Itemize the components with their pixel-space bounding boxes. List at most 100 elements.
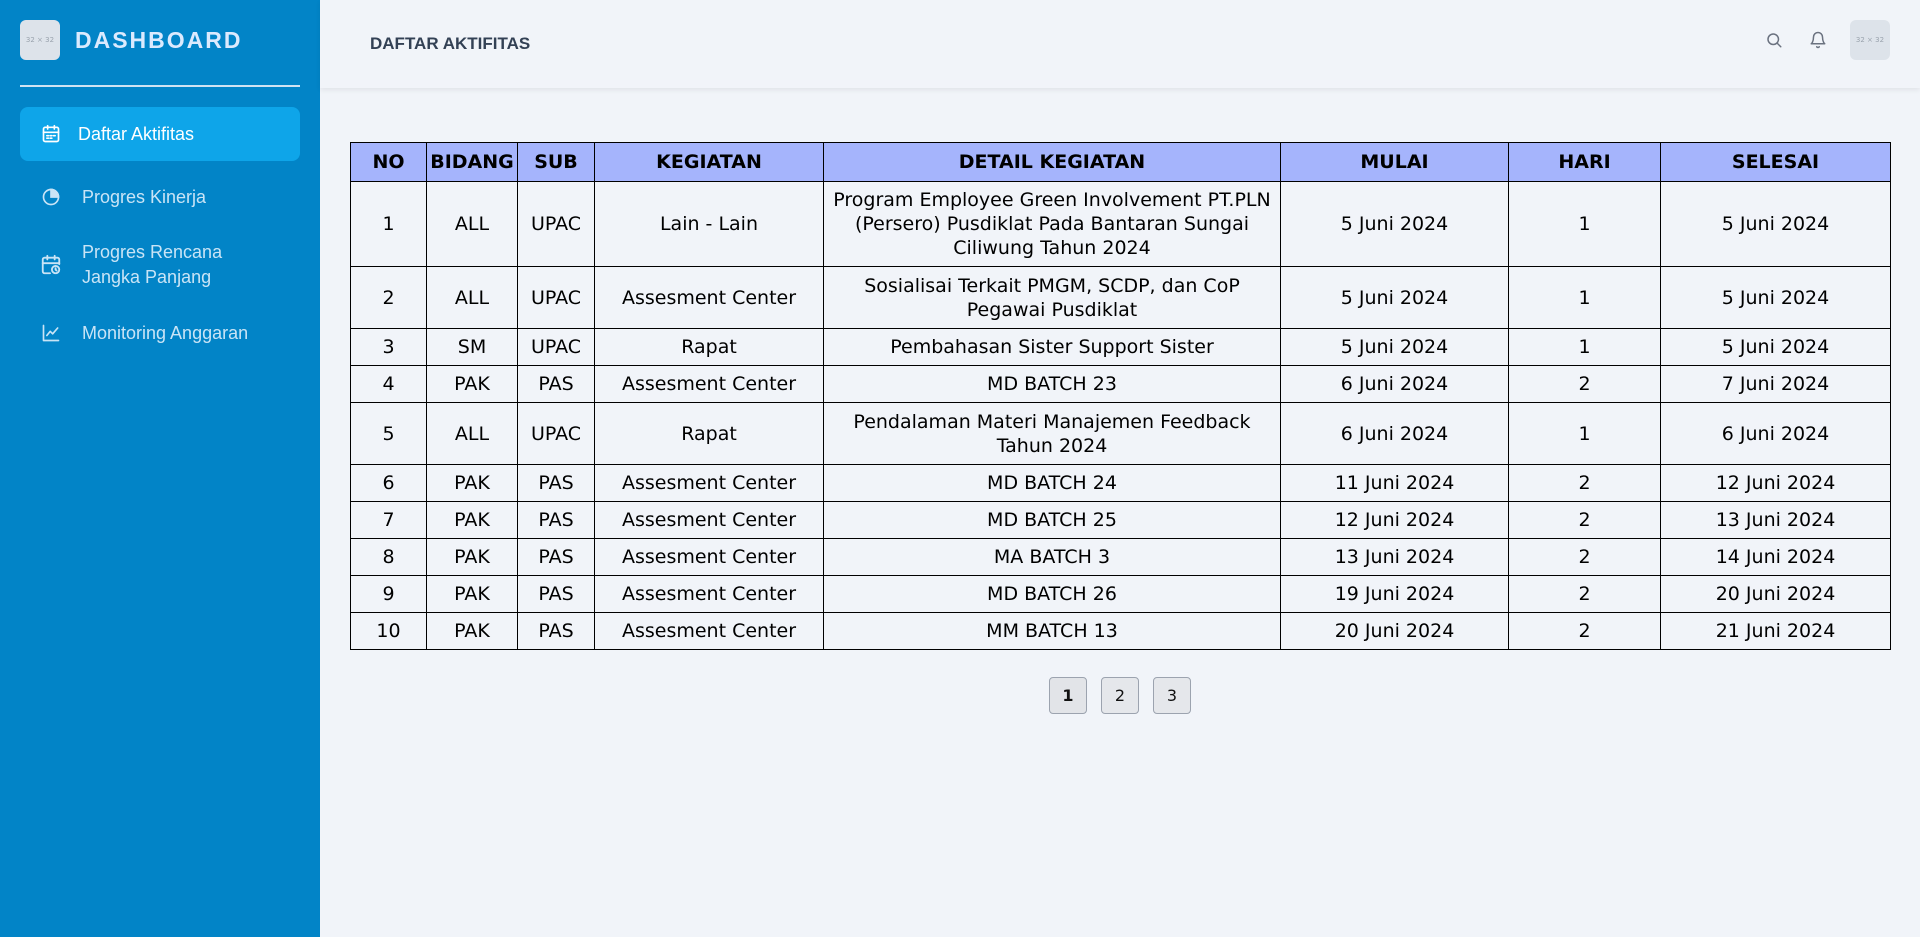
- table-cell: 10: [350, 612, 427, 650]
- table-cell: 12 Juni 2024: [1660, 464, 1891, 502]
- table-cell: MD BATCH 26: [823, 575, 1281, 613]
- table-cell: PAK: [426, 612, 518, 650]
- table-cell: 2: [1508, 464, 1661, 502]
- table-cell: MD BATCH 24: [823, 464, 1281, 502]
- search-icon[interactable]: [1762, 28, 1786, 52]
- table-cell: 5 Juni 2024: [1660, 266, 1891, 329]
- table-cell: SM: [426, 328, 518, 366]
- table-cell: 7: [350, 501, 427, 539]
- calendar-icon: [40, 123, 62, 145]
- sidebar-divider: [20, 85, 300, 87]
- table-cell: 1: [1508, 402, 1661, 465]
- table-cell: 13 Juni 2024: [1280, 538, 1509, 576]
- table-cell: 2: [350, 266, 427, 329]
- table-cell: 4: [350, 365, 427, 403]
- table-cell: 5 Juni 2024: [1280, 181, 1509, 267]
- table-cell: 8: [350, 538, 427, 576]
- column-header: BIDANG: [426, 142, 518, 182]
- table-cell: MD BATCH 23: [823, 365, 1281, 403]
- sidebar-item-label: Progres Kinerja: [82, 186, 207, 207]
- sidebar-item-daftar-aktifitas[interactable]: Daftar Aktifitas: [20, 107, 300, 161]
- page-button-2[interactable]: 2: [1101, 677, 1139, 714]
- pie-chart-icon: [40, 186, 62, 208]
- column-header: SUB: [517, 142, 595, 182]
- table-cell: Assesment Center: [594, 365, 824, 403]
- column-header: DETAIL KEGIATAN: [823, 142, 1281, 182]
- table-cell: PAK: [426, 538, 518, 576]
- table-row[interactable]: 6 PAK PAS Assesment Center MD BATCH 24 11 Jun…: [350, 464, 1891, 502]
- table-cell: Lain - Lain: [594, 181, 824, 267]
- activity-table: NO BIDANG SUB KEGIATAN DETAIL KEGIATAN MULAI H…: [350, 142, 1891, 650]
- table-cell: 7 Juni 2024: [1660, 365, 1891, 403]
- table-cell: PAS: [517, 501, 595, 539]
- page-button-3[interactable]: 3: [1153, 677, 1191, 714]
- calendar-clock-icon: [40, 254, 62, 276]
- sidebar-item-monitoring-anggaran[interactable]: Monitoring Anggaran: [20, 309, 300, 357]
- table-cell: 5 Juni 2024: [1280, 328, 1509, 366]
- table-cell: Assesment Center: [594, 266, 824, 329]
- table-cell: 2: [1508, 612, 1661, 650]
- table-row[interactable]: 4 PAK PAS Assesment Center MD BATCH 23 6 Juni…: [350, 365, 1891, 403]
- table-cell: UPAC: [517, 266, 595, 329]
- sidebar-item-label: Monitoring Anggaran: [82, 322, 249, 343]
- table-cell: 5 Juni 2024: [1660, 181, 1891, 267]
- sidebar-item-progres-rencana[interactable]: Progres Rencana Jangka Panjang: [20, 233, 300, 297]
- bell-icon[interactable]: [1806, 28, 1830, 52]
- topbar: DAFTAR AKTIFITAS 32 × 32: [320, 0, 1920, 88]
- table-cell: ALL: [426, 402, 518, 465]
- page-button-1[interactable]: 1: [1049, 677, 1087, 714]
- column-header: KEGIATAN: [594, 142, 824, 182]
- activity-table-container: NO BIDANG SUB KEGIATAN DETAIL KEGIATAN MULAI H…: [350, 142, 1891, 650]
- table-cell: ALL: [426, 181, 518, 267]
- table-cell: PAK: [426, 365, 518, 403]
- table-cell: 20 Juni 2024: [1660, 575, 1891, 613]
- table-cell: MA BATCH 3: [823, 538, 1281, 576]
- table-cell: 11 Juni 2024: [1280, 464, 1509, 502]
- table-cell: 14 Juni 2024: [1660, 538, 1891, 576]
- table-cell: 6: [350, 464, 427, 502]
- column-header: SELESAI: [1660, 142, 1891, 182]
- table-cell: Sosialisai Terkait PMGM, SCDP, dan CoP P…: [823, 266, 1281, 329]
- table-cell: PAK: [426, 501, 518, 539]
- sidebar-item-label: Daftar Aktifitas: [78, 123, 195, 144]
- table-body: 1 ALL UPAC Lain - Lain Program Employee Gree…: [350, 181, 1891, 650]
- table-cell: 20 Juni 2024: [1280, 612, 1509, 650]
- table-cell: 12 Juni 2024: [1280, 501, 1509, 539]
- table-row[interactable]: 9 PAK PAS Assesment Center MD BATCH 26 19 Jun…: [350, 575, 1891, 613]
- avatar[interactable]: 32 × 32: [1850, 20, 1890, 60]
- table-cell: Pendalaman Materi Manajemen Feedback Tah…: [823, 402, 1281, 465]
- table-cell: PAS: [517, 365, 595, 403]
- table-row[interactable]: 5 ALL UPAC Rapat Pendalaman Materi Manajemen…: [350, 402, 1891, 465]
- column-header: NO: [350, 142, 427, 182]
- table-cell: PAK: [426, 464, 518, 502]
- table-row[interactable]: 7 PAK PAS Assesment Center MD BATCH 25 12 Jun…: [350, 501, 1891, 539]
- table-cell: Rapat: [594, 402, 824, 465]
- table-row[interactable]: 3 SM UPAC Rapat Pembahasan Sister Support Si…: [350, 328, 1891, 366]
- table-cell: MM BATCH 13: [823, 612, 1281, 650]
- logo[interactable]: 32 × 32: [20, 20, 60, 60]
- table-cell: 2: [1508, 575, 1661, 613]
- table-cell: 1: [1508, 181, 1661, 267]
- table-cell: 5 Juni 2024: [1660, 328, 1891, 366]
- table-cell: 2: [1508, 501, 1661, 539]
- table-cell: 3: [350, 328, 427, 366]
- sidebar-item-label: Progres Rencana Jangka Panjang: [82, 242, 223, 287]
- table-row[interactable]: 2 ALL UPAC Assesment Center Sosialisai Terka…: [350, 266, 1891, 329]
- brand-title[interactable]: DASHBOARD: [75, 27, 243, 54]
- pagination: 123: [1049, 677, 1205, 714]
- table-row[interactable]: 8 PAK PAS Assesment Center MA BATCH 3 13 Juni…: [350, 538, 1891, 576]
- table-cell: 6 Juni 2024: [1280, 402, 1509, 465]
- table-header-row: NO BIDANG SUB KEGIATAN DETAIL KEGIATAN MULAI H…: [350, 142, 1891, 182]
- table-row[interactable]: 10 PAK PAS Assesment Center MM BATCH 13 20 Ju…: [350, 612, 1891, 650]
- table-cell: Pembahasan Sister Support Sister: [823, 328, 1281, 366]
- table-cell: 2: [1508, 365, 1661, 403]
- table-cell: PAK: [426, 575, 518, 613]
- table-cell: PAS: [517, 612, 595, 650]
- page-title: DAFTAR AKTIFITAS: [370, 34, 531, 53]
- table-cell: 5 Juni 2024: [1280, 266, 1509, 329]
- line-chart-icon: [40, 322, 62, 344]
- sidebar-item-progres-kinerja[interactable]: Progres Kinerja: [20, 173, 300, 221]
- table-row[interactable]: 1 ALL UPAC Lain - Lain Program Employee Gree…: [350, 181, 1891, 267]
- brand: 32 × 32 DASHBOARD: [20, 20, 300, 60]
- sidebar: 32 × 32 DASHBOARD Daftar Aktifitas Progr…: [0, 0, 320, 937]
